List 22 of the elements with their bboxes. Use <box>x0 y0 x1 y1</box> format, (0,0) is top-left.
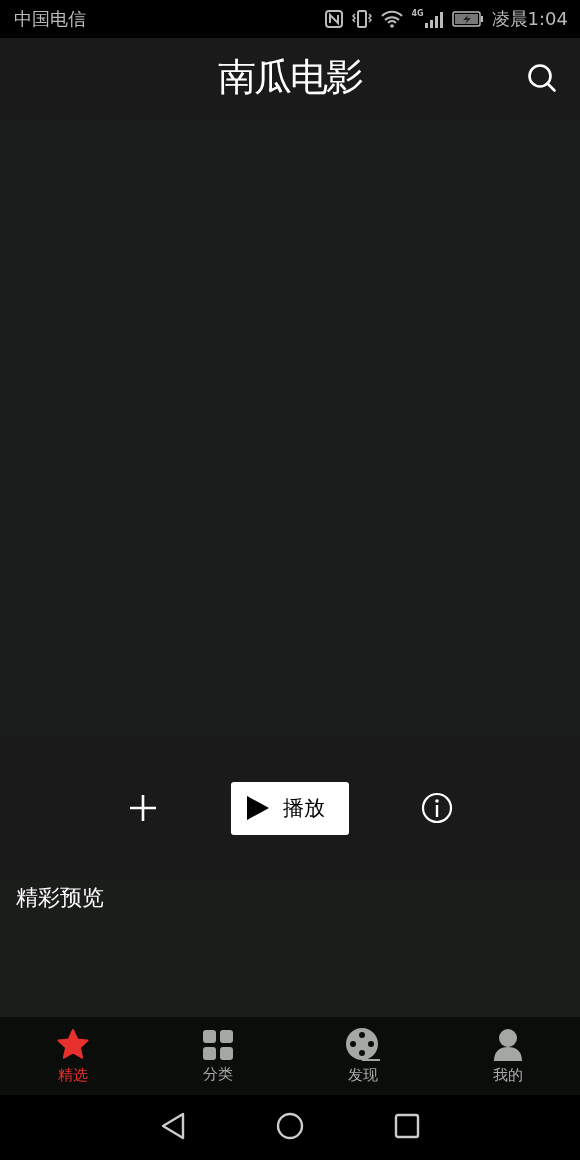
person-icon <box>492 1027 523 1062</box>
star-icon <box>55 1027 90 1062</box>
tab[interactable]: 精选 <box>0 1017 145 1095</box>
clock-time: 凌晨1:04 <box>491 7 568 31</box>
wifi-icon <box>381 10 404 28</box>
vibrate-icon <box>351 10 374 28</box>
battery-icon <box>451 11 484 27</box>
info-button[interactable] <box>420 791 455 825</box>
tab[interactable]: 我的 <box>435 1017 580 1095</box>
tab[interactable]: 发现 <box>290 1017 435 1095</box>
search-button[interactable] <box>526 62 558 94</box>
network-type: 4G <box>411 9 424 18</box>
grid-icon <box>201 1028 234 1061</box>
tab[interactable]: 分类 <box>145 1017 290 1095</box>
signal-icon <box>423 10 444 28</box>
play-button[interactable]: 播放 <box>231 781 349 835</box>
film-reel-icon <box>344 1027 381 1062</box>
carrier-name: 中国电信 <box>14 7 86 31</box>
nfc-icon <box>325 10 344 28</box>
app-logo: 南瓜电影 <box>218 53 362 101</box>
play-icon <box>247 796 269 820</box>
section-title: 精彩预览 <box>16 884 104 912</box>
